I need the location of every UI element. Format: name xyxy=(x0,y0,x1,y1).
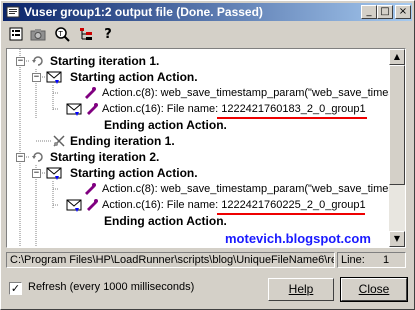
output-tree[interactable]: − Starting iteration 1. − Starting actio… xyxy=(6,48,406,248)
status-path: C:\Program Files\HP\LoadRunner\scripts\b… xyxy=(6,252,335,268)
tree-node[interactable]: Ending action Action. xyxy=(104,117,227,133)
title-bar[interactable]: Vuser group1:2 output file (Done. Passed… xyxy=(3,3,412,21)
tree-node[interactable]: Starting iteration 1. xyxy=(50,53,159,69)
app-icon xyxy=(6,6,20,18)
highlight-underline xyxy=(217,213,365,215)
function-icon xyxy=(87,199,98,211)
envelope-icon xyxy=(66,103,82,116)
collapse-toggle[interactable]: − xyxy=(32,73,41,82)
collapse-toggle[interactable]: − xyxy=(32,169,41,178)
tree-content: − Starting iteration 1. − Starting actio… xyxy=(7,49,389,247)
close-window-button[interactable]: × xyxy=(395,5,411,19)
end-iteration-icon xyxy=(53,135,65,147)
status-line: Line: 1 xyxy=(337,252,406,268)
list-icon[interactable] xyxy=(7,26,25,43)
window-title: Vuser group1:2 output file (Done. Passed… xyxy=(24,5,263,19)
envelope-icon xyxy=(46,167,62,180)
collapse-toggle[interactable]: − xyxy=(16,153,25,162)
collapse-toggle[interactable]: − xyxy=(16,57,25,66)
maximize-button[interactable]: □ xyxy=(377,5,393,19)
envelope-icon xyxy=(46,71,62,84)
scroll-thumb[interactable] xyxy=(389,65,405,185)
camera-icon[interactable] xyxy=(29,26,47,43)
toolbar: T ? xyxy=(3,23,412,45)
tree-node[interactable]: Starting iteration 2. xyxy=(50,149,159,165)
line-value: 1 xyxy=(383,254,390,266)
svg-text:T: T xyxy=(58,30,64,38)
tree-node[interactable]: Ending iteration 1. xyxy=(70,133,175,149)
help-icon[interactable]: ? xyxy=(99,26,117,43)
watermark: motevich.blogspot.com xyxy=(225,231,371,246)
tree-icon[interactable] xyxy=(77,26,95,43)
find-icon[interactable]: T xyxy=(53,26,71,43)
function-icon xyxy=(87,103,98,115)
close-button[interactable]: Close xyxy=(340,277,408,302)
tree-node[interactable]: Action.c(16): File name: 1222421760183_2… xyxy=(102,101,366,117)
scroll-down-button[interactable]: ▼ xyxy=(389,231,405,247)
refresh-checkbox[interactable]: ✓ xyxy=(9,282,22,295)
function-icon xyxy=(85,183,96,195)
tree-node[interactable]: Ending action Action. xyxy=(104,213,227,229)
tree-node[interactable]: Action.c(8): web_save_timestamp_param("w… xyxy=(102,181,389,197)
iteration-icon xyxy=(32,56,43,66)
envelope-icon xyxy=(66,199,82,212)
minimize-button[interactable]: _ xyxy=(361,5,377,19)
tree-node[interactable]: Starting action Action. xyxy=(70,69,198,85)
scroll-up-button[interactable]: ▲ xyxy=(389,49,405,65)
refresh-label[interactable]: Refresh (every 1000 milliseconds) xyxy=(28,281,194,293)
iteration-icon xyxy=(32,152,43,162)
highlight-underline xyxy=(217,117,367,119)
line-label: Line: xyxy=(341,254,365,266)
vertical-scrollbar[interactable]: ▲ ▼ xyxy=(389,49,405,247)
help-button[interactable]: Help xyxy=(268,278,334,301)
tree-node[interactable]: Starting action Action. xyxy=(70,165,198,181)
tree-node[interactable]: Action.c(8): web_save_timestamp_param("w… xyxy=(102,85,389,101)
tree-node[interactable]: Action.c(16): File name: 1222421760225_2… xyxy=(102,197,366,213)
output-file-window: Vuser group1:2 output file (Done. Passed… xyxy=(0,0,415,310)
function-icon xyxy=(85,87,96,99)
